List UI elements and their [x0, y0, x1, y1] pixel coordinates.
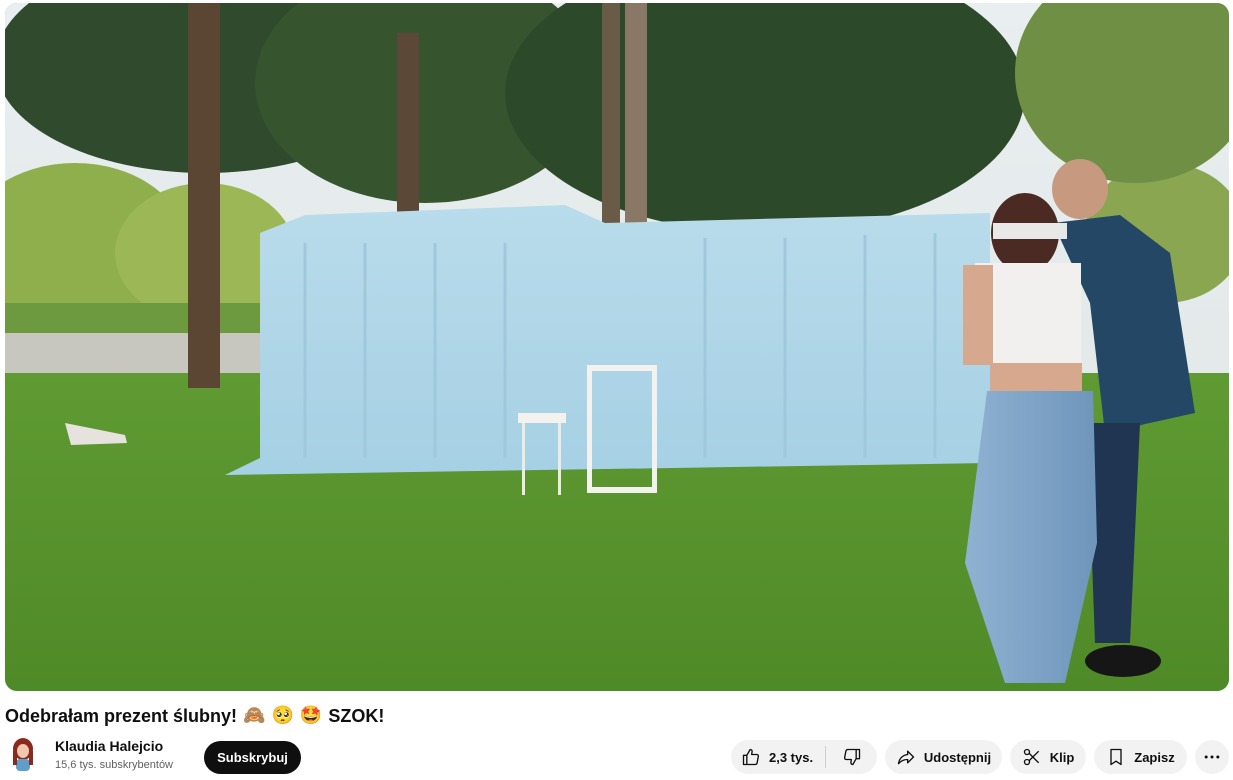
video-player[interactable]	[5, 3, 1229, 691]
save-button[interactable]: Zapisz	[1094, 740, 1187, 774]
subscriber-count: 15,6 tys. subskrybentów	[55, 759, 174, 771]
channel-name[interactable]: Klaudia Halejcio	[55, 737, 173, 755]
share-button[interactable]: Udostępnij	[885, 740, 1002, 774]
more-horizontal-icon	[1204, 755, 1220, 759]
video-title-suffix: SZOK!	[328, 705, 385, 726]
clip-button[interactable]: Klip	[1010, 740, 1086, 774]
thumb-down-icon	[843, 748, 860, 766]
scissors-icon	[1023, 748, 1039, 766]
channel-info: Klaudia Halejcio 15,6 tys. subskrybentów	[9, 737, 173, 773]
avatar-image	[9, 737, 37, 773]
channel-avatar[interactable]	[9, 737, 37, 773]
video-title-text: Odebrałam prezent ślubny!	[5, 705, 238, 726]
thumb-up-icon	[742, 748, 760, 766]
bookmark-icon	[1110, 748, 1122, 766]
monkey-emoji-icon: 🙈	[243, 705, 266, 726]
share-label: Udostępnij	[923, 749, 992, 765]
star-struck-emoji-icon: 🤩	[299, 705, 323, 726]
video-frame	[5, 3, 1229, 691]
like-button[interactable]: 2,3 tys.	[731, 740, 825, 774]
more-actions-button[interactable]	[1195, 740, 1229, 774]
like-count: 2,3 tys.	[769, 749, 814, 765]
like-dislike-group: 2,3 tys.	[731, 740, 877, 774]
dislike-button[interactable]	[826, 740, 877, 774]
share-arrow-icon	[897, 750, 915, 765]
subscribe-button[interactable]: Subskrybuj	[204, 741, 301, 774]
clip-label: Klip	[1049, 749, 1075, 765]
pleading-face-emoji-icon: 🥺	[271, 705, 294, 726]
save-label: Zapisz	[1134, 749, 1175, 765]
video-title: Odebrałam prezent ślubny! 🙈 🥺 🤩 SZOK!	[5, 703, 384, 729]
